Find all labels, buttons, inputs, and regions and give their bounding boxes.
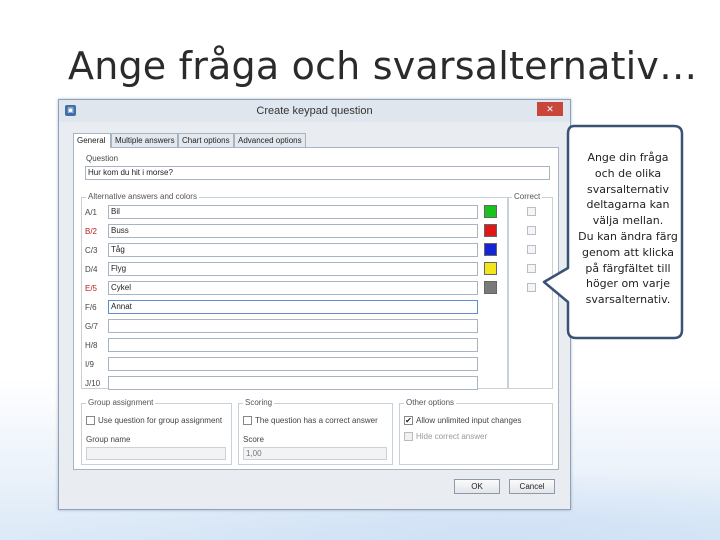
answer-label: J/10 — [85, 379, 101, 388]
answer-input[interactable] — [108, 376, 478, 390]
answer-label: A/1 — [85, 208, 98, 217]
answer-color-swatch[interactable] — [484, 243, 497, 256]
other-options-group: Other options ✔ Allow unlimited input ch… — [399, 398, 553, 465]
ok-button[interactable]: OK — [454, 479, 500, 494]
answer-label: C/3 — [85, 246, 98, 255]
group-assignment-group: Group assignment Use question for group … — [81, 398, 232, 465]
other-options-title: Other options — [404, 398, 457, 407]
answer-label: I/9 — [85, 360, 94, 369]
correct-checkbox[interactable] — [527, 283, 536, 292]
correct-answer-checkbox[interactable] — [243, 416, 252, 425]
answer-input[interactable] — [108, 357, 478, 371]
correct-checkbox[interactable] — [527, 264, 536, 273]
answers-group-title: Alternative answers and colors — [86, 192, 199, 201]
answer-color-swatch[interactable] — [484, 224, 497, 237]
group-name-input[interactable] — [86, 447, 226, 460]
answer-color-swatch[interactable] — [484, 205, 497, 218]
close-button[interactable]: ✕ — [537, 102, 563, 116]
answer-input[interactable]: Bil — [108, 205, 478, 219]
score-input[interactable]: 1,00 — [243, 447, 387, 460]
allow-unlimited-checkbox[interactable]: ✔ — [404, 416, 413, 425]
create-keypad-question-dialog: ▣ Create keypad question ✕ General Multi… — [58, 99, 571, 510]
answer-label: F/6 — [85, 303, 97, 312]
tab-chart-options[interactable]: Chart options — [178, 133, 234, 147]
group-assignment-label: Use question for group assignment — [98, 416, 223, 425]
tab-advanced-options[interactable]: Advanced options — [234, 133, 306, 147]
answer-input[interactable]: Annat — [108, 300, 478, 314]
callout-text: Ange din fråga och de olika svarsalterna… — [578, 151, 678, 307]
slide-title: Ange fråga och svarsalternativ… — [68, 44, 698, 88]
answer-label: G/7 — [85, 322, 98, 331]
group-name-label: Group name — [86, 435, 131, 444]
correct-checkbox[interactable] — [527, 226, 536, 235]
answer-label: D/4 — [85, 265, 98, 274]
scoring-group: Scoring The question has a correct answe… — [238, 398, 393, 465]
answer-input[interactable]: Cykel — [108, 281, 478, 295]
answer-label: H/8 — [85, 341, 98, 350]
answer-input[interactable] — [108, 319, 478, 333]
correct-checkbox[interactable] — [527, 245, 536, 254]
answer-input[interactable]: Buss — [108, 224, 478, 238]
question-label: Question — [86, 154, 119, 163]
hide-correct-checkbox[interactable] — [404, 432, 413, 441]
answer-input[interactable]: Flyg — [108, 262, 478, 276]
question-input[interactable]: Hur kom du hit i morse? — [85, 166, 550, 180]
group-assignment-checkbox[interactable] — [86, 416, 95, 425]
scoring-title: Scoring — [243, 398, 275, 407]
dialog-titlebar: ▣ Create keypad question ✕ — [59, 100, 570, 122]
tab-general[interactable]: General — [73, 133, 111, 148]
general-panel: Question Hur kom du hit i morse? Alterna… — [73, 147, 559, 470]
correct-answer-label: The question has a correct answer — [255, 416, 378, 425]
cancel-button[interactable]: Cancel — [509, 479, 555, 494]
dialog-title: Create keypad question — [256, 105, 373, 117]
answer-input[interactable] — [108, 338, 478, 352]
score-label: Score — [243, 435, 264, 444]
answer-label: B/2 — [85, 227, 98, 236]
answer-label: E/5 — [85, 284, 98, 293]
answer-color-swatch[interactable] — [484, 262, 497, 275]
correct-checkbox[interactable] — [527, 207, 536, 216]
allow-unlimited-label: Allow unlimited input changes — [416, 416, 522, 425]
answer-color-swatch[interactable] — [484, 281, 497, 294]
hide-correct-label: Hide correct answer — [416, 432, 488, 441]
tab-multiple-answers[interactable]: Multiple answers — [111, 133, 178, 147]
answer-input[interactable]: Tåg — [108, 243, 478, 257]
group-assignment-title: Group assignment — [86, 398, 156, 407]
